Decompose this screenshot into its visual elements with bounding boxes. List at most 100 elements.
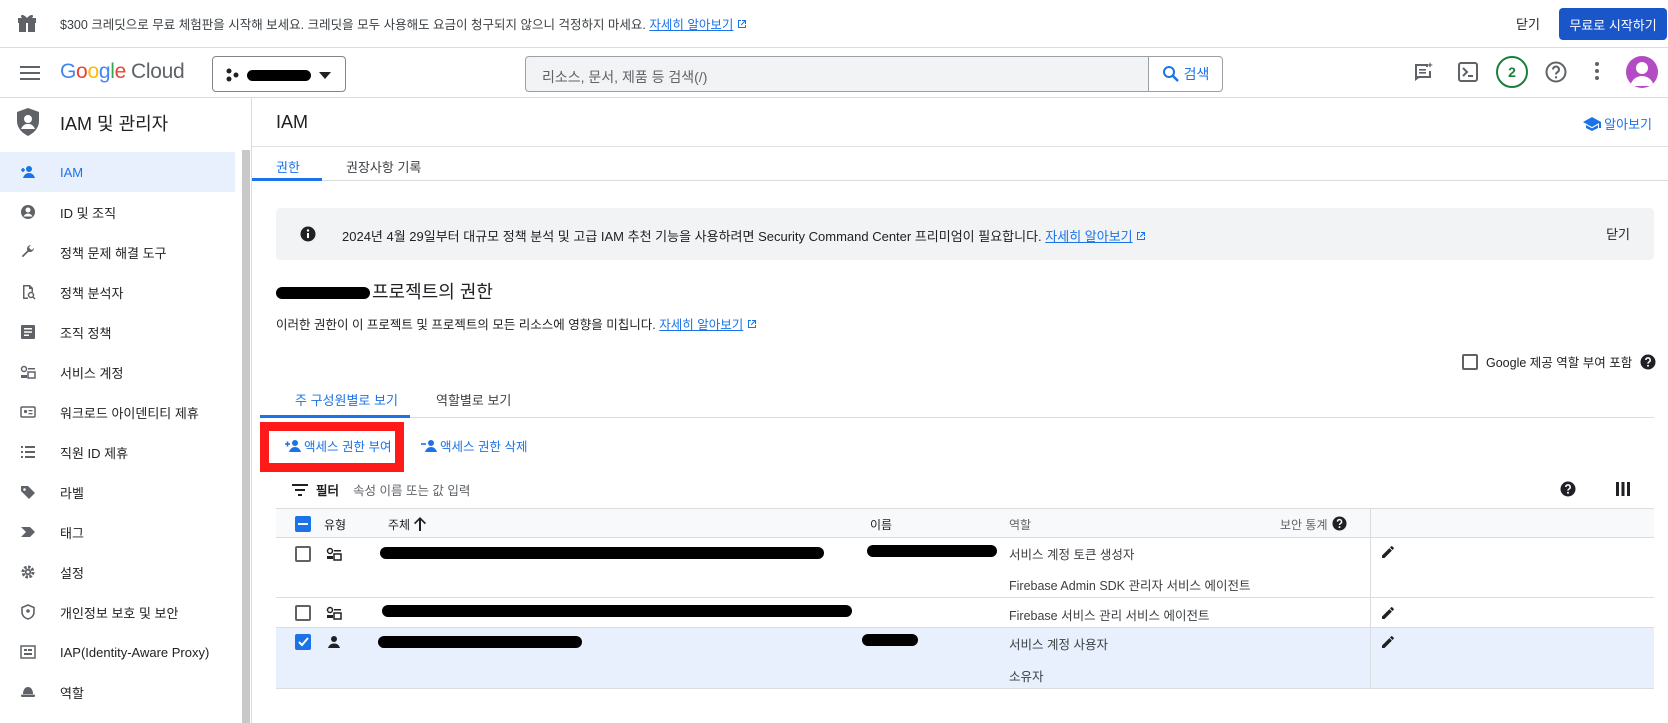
sidebar-item-iam[interactable]: IAM [0, 152, 235, 192]
table-row[interactable]: Firebase 서비스 관리 서비스 에이전트 [276, 598, 1654, 628]
filter-input[interactable]: 속성 이름 또는 값 입력 [353, 480, 470, 499]
sidebar-item-identity-org[interactable]: ID 및 조직 [0, 192, 235, 232]
banner-close-button[interactable]: 닫기 [1606, 224, 1630, 243]
search-bar[interactable]: 리소스, 문서, 제품 등 검색(/) 검색 [525, 56, 1223, 92]
help-icon[interactable] [1545, 61, 1567, 88]
redacted-principal [378, 636, 582, 648]
redacted-name [862, 634, 918, 646]
avatar[interactable] [1626, 56, 1658, 88]
sidebar-item-workload-identity[interactable]: 워크로드 아이덴티티 제휴 [0, 392, 235, 432]
chat-spark-icon[interactable] [1412, 61, 1434, 88]
column-principal[interactable]: 주체 [388, 516, 410, 533]
info-banner: 2024년 4월 29일부터 대규모 정책 분석 및 고급 IAM 추천 기능을… [276, 208, 1654, 260]
edit-icon[interactable] [1380, 634, 1396, 650]
column-security-insights[interactable]: 보안 통계 [1280, 516, 1328, 533]
person-remove-icon [421, 439, 437, 452]
proxy-icon [20, 645, 36, 659]
hat-icon [21, 687, 35, 697]
menu-icon[interactable] [20, 65, 40, 86]
edit-icon[interactable] [1380, 605, 1396, 621]
grant-access-button[interactable]: 액세스 권한 부여 [284, 436, 391, 455]
sidebar-item-label: IAM [60, 164, 84, 180]
sidebar: IAM 및 관리자 IAM ID 및 조직 정책 문제 해결 도구 정책 분석자… [0, 98, 252, 723]
sidebar-item-labels[interactable]: 라벨 [0, 472, 235, 512]
sidebar-item-label: 정책 문제 해결 도구 [60, 245, 167, 261]
sidebar-item-policy-troubleshooter[interactable]: 정책 문제 해결 도구 [0, 232, 235, 272]
tab-view-by-principal[interactable]: 주 구성원별로 보기 [295, 390, 398, 409]
help-icon[interactable] [1640, 354, 1656, 370]
page-title: IAM [276, 112, 309, 132]
sidebar-item-label: 라벨 [60, 485, 84, 501]
search-input[interactable]: 리소스, 문서, 제품 등 검색(/) [542, 67, 707, 87]
account-circle-icon [21, 205, 35, 219]
google-roles-checkbox[interactable] [1462, 353, 1478, 370]
learn-button[interactable]: 알아보기 [1583, 114, 1652, 133]
tab-view-by-role[interactable]: 역할별로 보기 [436, 390, 511, 409]
sidebar-header: IAM 및 관리자 [0, 98, 250, 146]
column-type[interactable]: 유형 [324, 516, 346, 533]
promo-message: $300 크레딧으로 무료 체험판을 시작해 보세요. 크레딧을 모두 사용해도… [60, 14, 747, 33]
start-free-button[interactable]: 무료로 시작하기 [1559, 8, 1667, 40]
sidebar-item-label: 역할 [60, 685, 84, 701]
person-icon [328, 636, 340, 648]
permissions-description: 이러한 권한이 이 프로젝트 및 프로젝트의 모든 리소스에 영향을 미칩니다.… [276, 314, 757, 333]
sidebar-scrollbar[interactable] [242, 150, 250, 723]
search-button[interactable]: 검색 [1148, 57, 1222, 91]
notifications-badge[interactable]: 2 [1496, 56, 1528, 88]
filter-bar[interactable]: 필터 속성 이름 또는 값 입력 [292, 480, 470, 499]
article-icon [21, 325, 35, 339]
banner-learn-more-link[interactable]: 자세히 알아보기 [1045, 229, 1132, 244]
wrench-icon [21, 245, 34, 258]
sidebar-item-settings[interactable]: 설정 [0, 552, 235, 592]
google-cloud-logo[interactable]: Google Cloud [60, 60, 185, 84]
sidebar-item-label: 직원 ID 제휴 [60, 445, 129, 461]
list-icon [21, 446, 35, 458]
more-vert-icon[interactable] [1594, 61, 1600, 86]
promo-close-button[interactable]: 닫기 [1516, 14, 1540, 33]
sidebar-item-privacy-security[interactable]: 개인정보 보호 및 보안 [0, 592, 235, 632]
service-account-icon [326, 606, 342, 620]
edit-icon[interactable] [1380, 544, 1396, 560]
gear-icon [21, 565, 35, 579]
arrow-up-icon[interactable] [414, 517, 426, 531]
table-row[interactable]: 서비스 계정 토큰 생성자 Firebase Admin SDK 관리자 서비스… [276, 538, 1654, 598]
permissions-heading: 프로젝트의 권한 [276, 278, 493, 304]
sidebar-item-roles[interactable]: 역할 [0, 672, 235, 712]
shield-icon [21, 604, 35, 620]
promo-learn-more-link[interactable]: 자세히 알아보기 [649, 18, 733, 32]
sidebar-item-tags[interactable]: 태그 [0, 512, 235, 552]
filter-icon [292, 483, 308, 496]
table-row[interactable]: 서비스 계정 사용자 소유자 [276, 628, 1654, 689]
sidebar-title: IAM 및 관리자 [60, 114, 169, 134]
label-icon [21, 486, 35, 499]
top-app-bar: Google Cloud 리소스, 문서, 제품 등 검색(/) 검색 2 [0, 48, 1668, 98]
project-selector[interactable] [212, 56, 346, 92]
sidebar-item-label: 조직 정책 [60, 325, 112, 341]
main-content: IAM 알아보기 권한 권장사항 기록 2024년 4월 29일부터 대규모 정… [252, 98, 1668, 723]
remove-access-button[interactable]: 액세스 권한 삭제 [420, 436, 527, 455]
cloud-shell-icon[interactable] [1457, 61, 1479, 88]
select-all-checkbox[interactable] [295, 516, 311, 532]
help-icon[interactable] [1560, 481, 1576, 497]
column-display-icon[interactable] [1616, 482, 1630, 496]
google-roles-toggle[interactable]: Google 제공 역할 부여 포함 [1462, 352, 1656, 371]
tab-recommendations-history[interactable]: 권장사항 기록 [346, 157, 421, 176]
google-roles-label: Google 제공 역할 부여 포함 [1486, 356, 1633, 370]
role-text: Firebase 서비스 관리 서비스 에이전트 [1009, 609, 1210, 623]
permissions-learn-more-link[interactable]: 자세히 알아보기 [659, 318, 743, 332]
column-name[interactable]: 이름 [870, 516, 892, 533]
redacted-principal [382, 605, 852, 617]
row-checkbox[interactable] [295, 605, 311, 621]
sidebar-item-org-policies[interactable]: 조직 정책 [0, 312, 235, 352]
sidebar-item-workforce-identity[interactable]: 직원 ID 제휴 [0, 432, 235, 472]
promo-banner: $300 크레딧으로 무료 체험판을 시작해 보세요. 크레딧을 모두 사용해도… [0, 0, 1668, 48]
row-checkbox[interactable] [295, 634, 311, 650]
tab-permissions[interactable]: 권한 [276, 157, 300, 176]
column-role[interactable]: 역할 [1009, 516, 1031, 533]
help-icon[interactable] [1332, 516, 1347, 531]
sidebar-item-service-accounts[interactable]: 서비스 계정 [0, 352, 235, 392]
sidebar-item-policy-analyzer[interactable]: 정책 분석자 [0, 272, 235, 312]
sidebar-item-iap[interactable]: IAP(Identity-Aware Proxy) [0, 632, 235, 672]
top-tabs: 권한 권장사항 기록 [252, 146, 1668, 181]
row-checkbox[interactable] [295, 546, 311, 562]
